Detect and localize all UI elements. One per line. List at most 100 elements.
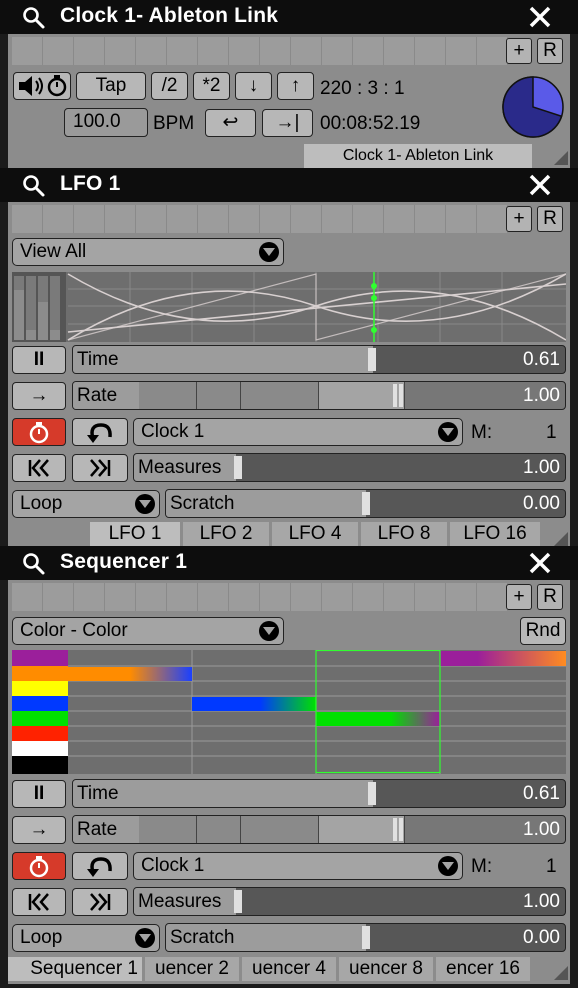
- reset-cue-button[interactable]: R: [537, 584, 563, 610]
- seq-scratch-slider[interactable]: Scratch 0.00: [165, 923, 566, 952]
- palette-swatch: [12, 711, 68, 726]
- randomize-button[interactable]: Rnd: [520, 617, 566, 645]
- tab-sequencer-1[interactable]: Sequencer 1: [8, 957, 142, 981]
- tempo-up-button[interactable]: ↑: [277, 72, 314, 100]
- tab-sequencer-16[interactable]: encer 16: [436, 957, 530, 981]
- lfo-rewind-button[interactable]: [12, 454, 66, 482]
- audio-sync-button[interactable]: [13, 72, 71, 100]
- seq-cue-strip[interactable]: [12, 583, 508, 611]
- tab-sequencer-2[interactable]: uencer 2: [145, 957, 239, 981]
- lfo-clock-dropdown[interactable]: Clock 1: [133, 418, 463, 446]
- seq-rewind-button[interactable]: [12, 888, 66, 916]
- seq-rate-label: Rate: [77, 819, 118, 840]
- palette-swatch: [12, 726, 68, 741]
- clock-title: Clock 1- Ableton Link: [60, 4, 279, 27]
- lfo-tabs: LFO 1 LFO 2 LFO 4 LFO 8 LFO 16: [8, 522, 570, 546]
- tempo-down-button[interactable]: ↓: [235, 72, 272, 100]
- add-cue-button[interactable]: +: [506, 206, 532, 232]
- tab-clock-1[interactable]: Clock 1- Ableton Link: [304, 144, 532, 168]
- resize-grip-icon[interactable]: [554, 966, 568, 980]
- lfo-undo-button[interactable]: [72, 418, 128, 446]
- half-tempo-button[interactable]: /2: [151, 72, 188, 100]
- lfo-rate-value: 1.00: [523, 385, 560, 406]
- lfo-time-slider[interactable]: Time 0.61: [72, 345, 566, 374]
- return-button[interactable]: ↩: [205, 109, 256, 137]
- seq-clock-sync-button[interactable]: [12, 852, 66, 880]
- seq-pause-button[interactable]: II: [12, 780, 66, 808]
- timer-icon: [29, 856, 49, 878]
- double-tempo-button[interactable]: *2: [193, 72, 230, 100]
- seq-forward-button[interactable]: [72, 888, 128, 916]
- tab-sequencer-4[interactable]: uencer 4: [242, 957, 336, 981]
- seq-scratch-value: 0.00: [523, 927, 560, 948]
- lfo-scratch-slider[interactable]: Scratch 0.00: [165, 489, 566, 518]
- timer-icon: [29, 422, 49, 444]
- palette-swatch: [12, 756, 68, 774]
- seq-mode-dropdown[interactable]: Loop: [12, 924, 160, 952]
- lfo-forward-button[interactable]: [72, 454, 128, 482]
- seq-clock-dropdown[interactable]: Clock 1: [133, 852, 463, 880]
- seq-step-color: [440, 651, 566, 666]
- palette-swatch: [12, 650, 68, 666]
- rewind-icon: [28, 893, 49, 911]
- lfo-mode-dropdown[interactable]: Loop: [12, 490, 160, 518]
- reset-cue-button[interactable]: R: [537, 206, 563, 232]
- lfo-time-value: 0.61: [523, 349, 560, 370]
- chevron-down-icon: [438, 856, 458, 876]
- search-icon[interactable]: [22, 552, 46, 576]
- bpm-input[interactable]: 100.0: [64, 108, 148, 137]
- seq-m-label: M:: [471, 856, 493, 877]
- chevron-down-icon: [438, 422, 458, 442]
- lfo-titlebar: LFO 1: [0, 168, 578, 202]
- lfo-pause-button[interactable]: II: [12, 346, 66, 374]
- palette-swatch: [12, 681, 68, 696]
- lfo-waveform-display[interactable]: [12, 272, 566, 342]
- rotate-left-icon: [87, 423, 112, 443]
- add-cue-button[interactable]: +: [506, 584, 532, 610]
- seq-title: Sequencer 1: [60, 550, 188, 573]
- resize-grip-icon[interactable]: [554, 532, 568, 546]
- seq-color-grid[interactable]: [12, 650, 566, 774]
- seq-rate-slider[interactable]: Rate 1.00: [72, 815, 566, 844]
- lfo-time-label: Time: [77, 349, 119, 370]
- seq-undo-button[interactable]: [72, 852, 128, 880]
- lfo-measures-slider[interactable]: Measures 1.00: [133, 453, 566, 482]
- tab-lfo-4[interactable]: LFO 4: [272, 522, 358, 546]
- chevron-down-icon: [135, 494, 155, 514]
- lfo-cue-strip[interactable]: [12, 205, 508, 233]
- speaker-timer-icon: [19, 75, 67, 97]
- lfo-clock-label: Clock 1: [141, 421, 205, 442]
- seq-measures-value: 1.00: [523, 891, 560, 912]
- seq-time-label: Time: [77, 783, 119, 804]
- seq-rate-value: 1.00: [523, 819, 560, 840]
- close-icon[interactable]: [528, 551, 552, 575]
- seq-time-slider[interactable]: Time 0.61: [72, 779, 566, 808]
- jump-end-button[interactable]: →|: [262, 109, 313, 137]
- lfo-clock-sync-button[interactable]: [12, 418, 66, 446]
- resize-grip-icon[interactable]: [554, 151, 568, 165]
- clock-cue-strip[interactable]: [12, 37, 508, 65]
- close-icon[interactable]: [528, 173, 552, 197]
- lfo-rate-direction-button[interactable]: →: [12, 382, 66, 410]
- seq-measures-label: Measures: [138, 891, 222, 912]
- tab-lfo-2[interactable]: LFO 2: [183, 522, 269, 546]
- reset-cue-button[interactable]: R: [537, 38, 563, 64]
- tap-button[interactable]: Tap: [76, 72, 146, 100]
- lfo-view-dropdown[interactable]: View All: [12, 238, 284, 266]
- tab-lfo-1[interactable]: LFO 1: [90, 522, 180, 546]
- seq-tabs: Sequencer 1 uencer 2 uencer 4 uencer 8 e…: [8, 957, 570, 981]
- tab-sequencer-8[interactable]: uencer 8: [339, 957, 433, 981]
- close-icon[interactable]: [528, 5, 552, 29]
- seq-rate-direction-button[interactable]: →: [12, 816, 66, 844]
- seq-measures-slider[interactable]: Measures 1.00: [133, 887, 566, 916]
- add-cue-button[interactable]: +: [506, 38, 532, 64]
- search-icon[interactable]: [22, 6, 46, 30]
- bpm-label: BPM: [153, 113, 195, 134]
- lfo-measures-label: Measures: [138, 457, 222, 478]
- tab-lfo-16[interactable]: LFO 16: [450, 522, 540, 546]
- search-icon[interactable]: [22, 174, 46, 198]
- lfo-rate-slider[interactable]: Rate 1.00: [72, 381, 566, 410]
- seq-view-dropdown[interactable]: Color - Color: [12, 617, 284, 645]
- tab-lfo-8[interactable]: LFO 8: [361, 522, 447, 546]
- palette-swatch: [12, 696, 68, 711]
